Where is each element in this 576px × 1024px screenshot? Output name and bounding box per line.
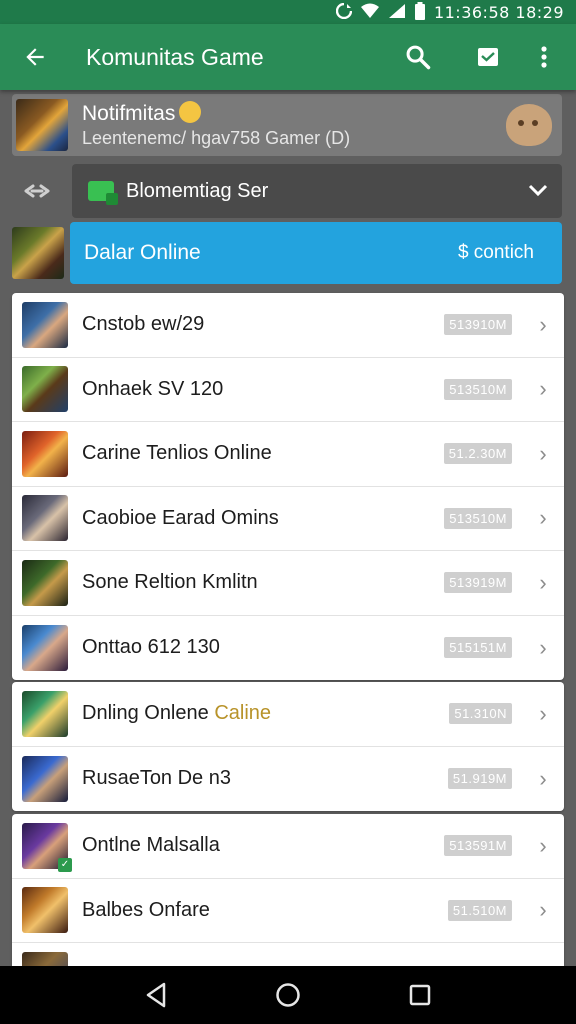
game-thumb (22, 690, 68, 737)
list-item[interactable]: ✓ Ontlne Malsalla 513591M › (12, 814, 564, 879)
player-count-badge: 515151M (444, 637, 512, 659)
chevron-down-icon (528, 181, 548, 202)
more-vert-icon (541, 46, 547, 68)
link-icon[interactable] (12, 164, 62, 218)
data-sync-icon (335, 2, 353, 22)
player-count-badge: 51.510M (447, 899, 512, 921)
server-select-row: Blomemtiag Ser (12, 164, 562, 218)
notification-subtitle: Leentenemc/ hgav758 Gamer (D) (82, 128, 351, 148)
arrow-left-icon (26, 48, 44, 66)
chevron-right-icon: › (539, 634, 547, 660)
chevron-right-icon: › (539, 765, 547, 791)
featured-row: Dalar Online $ contich (12, 222, 562, 284)
game-thumb (22, 887, 68, 934)
game-thumb (22, 301, 68, 348)
chevron-right-icon: › (539, 505, 547, 531)
game-thumb (22, 366, 68, 413)
chevron-right-icon: › (539, 311, 547, 337)
list-item[interactable]: Sone Reltion Kmlitn 513919M › (12, 551, 564, 616)
notification-title: Notifmitas (82, 101, 506, 126)
wifi-icon (360, 3, 380, 22)
game-thumb (22, 559, 68, 606)
list-item[interactable]: RusaeTon De n3 51.919M › (12, 747, 564, 812)
notification-card[interactable]: Notifmitas Leentenemc/ hgav758 Gamer (D) (12, 94, 562, 156)
chevron-right-icon: › (539, 569, 547, 595)
smile-emoji-icon (179, 101, 202, 123)
list-item[interactable]: Caobioe Earad Omins 513510M › (12, 487, 564, 551)
game-name: Onhaek SV 120 (82, 377, 224, 400)
game-name: Onttao 612 130 (82, 636, 220, 659)
player-count-badge: 513591M (444, 835, 512, 857)
player-count-badge: 513919M (444, 572, 512, 594)
server-dropdown[interactable]: Blomemtiag Ser (72, 164, 562, 218)
game-name: Carine Tenlios Online (82, 442, 272, 465)
game-thumb (22, 755, 68, 802)
inbox-button[interactable] (460, 29, 516, 85)
chevron-right-icon: › (539, 832, 547, 858)
game-thumb (22, 430, 68, 477)
featured-banner[interactable]: Dalar Online $ contich (70, 222, 562, 284)
page-title: Komunitas Game (86, 43, 264, 70)
game-name: Dnling Onlene Caline (82, 702, 272, 725)
system-nav-bar (0, 966, 576, 1024)
clock: 11:36:58 18:29 (433, 2, 564, 22)
game-thumb (22, 624, 68, 671)
player-count-badge: 51.919M (447, 768, 512, 790)
chevron-right-icon: › (539, 440, 547, 466)
game-avatar (16, 99, 68, 151)
banner-action-button[interactable]: $ contich (458, 242, 534, 264)
player-count-badge: 513510M (444, 507, 512, 529)
list-item[interactable]: Carine Tenlios Online 51.2.30M › (12, 422, 564, 487)
list-item[interactable]: Balbes Onfare 51.510M › (12, 879, 564, 943)
chevron-right-icon: › (539, 376, 547, 402)
home-circle-icon[interactable] (268, 975, 308, 1015)
chevron-right-icon: › (539, 700, 547, 726)
chevron-right-icon: › (539, 897, 547, 923)
app-bar: Komunitas Game (0, 24, 576, 90)
status-bar: 11:36:58 18:29 (0, 0, 576, 24)
search-button[interactable] (390, 29, 446, 85)
game-thumb (22, 495, 68, 542)
recents-square-icon[interactable] (400, 975, 440, 1015)
search-icon (406, 45, 431, 70)
player-count-badge: 51.310N (449, 703, 512, 725)
featured-game-thumb (12, 227, 64, 279)
game-list-card-2: Dnling Onlene Caline 51.310N › RusaeTon … (12, 682, 564, 811)
list-item[interactable]: Onttao 612 130 515151M › (12, 616, 564, 681)
player-count-badge: 51.2.30M (443, 443, 512, 465)
server-icon (88, 181, 118, 205)
game-name: Caobioe Earad Omins (82, 506, 279, 529)
signal-icon (388, 3, 406, 22)
game-name: Balbes Onfare (82, 898, 210, 921)
game-list-card-1: Cnstob ew/29 513910M › Onhaek SV 120 513… (12, 293, 564, 680)
list-item[interactable]: Dnling Onlene Caline 51.310N › (12, 682, 564, 747)
server-dropdown-label: Blomemtiag Ser (126, 179, 269, 202)
more-options-button[interactable] (516, 29, 572, 85)
player-count-badge: 513910M (444, 314, 512, 336)
chat-bubble-icon[interactable] (506, 104, 552, 146)
back-triangle-icon[interactable] (136, 975, 176, 1015)
game-name: Ontlne Malsalla (82, 834, 220, 857)
game-name: RusaeTon De n3 (82, 767, 231, 790)
list-item[interactable]: Cnstob ew/29 513910M › (12, 293, 564, 358)
back-button[interactable] (0, 24, 70, 90)
player-count-badge: 513510M (444, 378, 512, 400)
list-item[interactable]: Onhaek SV 120 513510M › (12, 358, 564, 422)
inbox-icon (478, 48, 498, 66)
game-name: Sone Reltion Kmlitn (82, 571, 258, 594)
verified-check-icon: ✓ (58, 857, 72, 872)
banner-label: Dalar Online (84, 241, 201, 264)
game-name-highlight: Caline (214, 702, 272, 725)
game-name: Cnstob ew/29 (82, 313, 205, 336)
battery-icon (414, 1, 426, 23)
